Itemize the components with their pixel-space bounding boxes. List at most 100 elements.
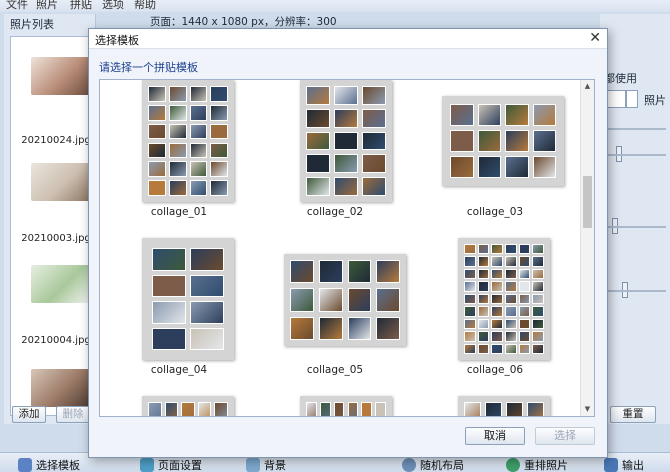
template-photo-cell bbox=[532, 318, 544, 330]
template-photo-cell bbox=[505, 244, 517, 255]
slider-track[interactable] bbox=[606, 128, 666, 130]
page-settings-label: 页面设置 bbox=[158, 458, 202, 472]
template-photo-cell bbox=[505, 130, 529, 152]
template-photo-cell bbox=[290, 260, 314, 284]
template-photo-cell bbox=[477, 281, 490, 292]
slider-track[interactable] bbox=[606, 290, 666, 292]
page-settings-button[interactable]: 页面设置 bbox=[140, 456, 202, 472]
template-photo-cell bbox=[148, 402, 162, 416]
template-photo-cell bbox=[168, 86, 187, 102]
template-photo-cell bbox=[210, 123, 228, 140]
template-photo-cell bbox=[518, 281, 531, 292]
template-photo-cell bbox=[210, 142, 228, 159]
template-photo-cell bbox=[477, 156, 501, 178]
template-photo-cell bbox=[148, 104, 166, 121]
scroll-up-icon[interactable]: ▲ bbox=[581, 80, 594, 93]
add-photo-button[interactable]: 添加 bbox=[12, 406, 46, 423]
template-name: collage_02 bbox=[306, 206, 364, 218]
template-photo-cell bbox=[464, 318, 476, 330]
template-photo-cell bbox=[527, 402, 544, 416]
menu-help[interactable]: 帮助 bbox=[134, 0, 156, 12]
reset-button[interactable]: 重置 bbox=[610, 406, 656, 423]
template-name: collage_01 bbox=[150, 206, 208, 218]
template-photo-cell bbox=[189, 104, 208, 121]
template-photo-cell bbox=[318, 260, 343, 284]
scroll-down-icon[interactable]: ▼ bbox=[581, 403, 594, 416]
photo-unit-label: 照片 bbox=[644, 94, 666, 107]
template-photo-cell bbox=[477, 306, 490, 317]
menu-photo[interactable]: 照片 bbox=[36, 0, 58, 12]
slider-track[interactable] bbox=[606, 154, 666, 156]
close-icon[interactable]: ✕ bbox=[589, 30, 601, 46]
template-photo-cell bbox=[334, 86, 358, 105]
template-photo-cell bbox=[506, 402, 523, 416]
template-photo-cell bbox=[532, 256, 544, 267]
photo-filename: 20210024.jpg bbox=[21, 135, 91, 146]
template-photo-cell bbox=[306, 86, 330, 105]
menu-collage[interactable]: 拼贴 bbox=[70, 0, 92, 12]
template-photo-cell bbox=[361, 402, 373, 416]
photo-count-field[interactable] bbox=[606, 90, 626, 108]
template-photo-cell bbox=[306, 402, 317, 416]
template-photo-cell bbox=[290, 288, 314, 312]
template-photo-cell bbox=[518, 318, 531, 330]
template-photo-cell bbox=[190, 274, 224, 297]
output-button[interactable]: 输出 bbox=[604, 456, 644, 472]
template-photo-cell bbox=[318, 288, 343, 312]
template-photo-cell bbox=[190, 248, 224, 271]
template-photo-cell bbox=[477, 331, 490, 342]
scrollbar-thumb[interactable] bbox=[583, 176, 592, 228]
template-photo-cell bbox=[518, 293, 531, 305]
photo-list[interactable]: 20210024.jpg 20210003.jpg 20210004.jpg bbox=[10, 36, 100, 416]
template-photo-cell bbox=[491, 331, 503, 342]
template-thumbnail bbox=[300, 396, 392, 416]
template-photo-cell bbox=[505, 268, 517, 280]
template-photo-cell bbox=[290, 316, 314, 340]
template-photo-cell bbox=[477, 104, 501, 126]
template-photo-cell bbox=[505, 331, 517, 342]
template-photo-cell bbox=[376, 288, 400, 312]
template-photo-cell bbox=[362, 108, 386, 128]
template-photo-cell bbox=[477, 256, 490, 267]
output-label: 输出 bbox=[622, 458, 644, 472]
template-photo-cell bbox=[518, 268, 531, 280]
select-template-button[interactable]: 选择模板 bbox=[18, 456, 80, 472]
template-photo-cell bbox=[347, 402, 359, 416]
random-layout-icon bbox=[402, 457, 416, 472]
output-icon bbox=[604, 457, 618, 472]
template-name: collage_03 bbox=[466, 206, 524, 218]
template-photo-cell bbox=[505, 306, 517, 317]
photo-thumbnail bbox=[31, 57, 91, 95]
template-photo-cell bbox=[477, 244, 490, 255]
template-photo-cell bbox=[306, 108, 330, 128]
menu-file[interactable]: 文件 bbox=[6, 0, 28, 12]
select-button[interactable]: 选择 bbox=[535, 427, 595, 445]
template-photo-cell bbox=[518, 244, 531, 255]
template-grid[interactable]: collage_01 collage_02 collage_03 collage… bbox=[99, 79, 595, 417]
template-photo-cell bbox=[505, 293, 517, 305]
cancel-button[interactable]: 取消 bbox=[465, 427, 525, 445]
random-layout-button[interactable]: 随机布局 bbox=[402, 456, 464, 472]
background-label: 背景 bbox=[264, 458, 286, 472]
menu-options[interactable]: 选项 bbox=[102, 0, 124, 12]
template-photo-cell bbox=[189, 142, 208, 159]
template-photo-cell bbox=[334, 108, 358, 128]
delete-photo-button[interactable]: 删除 bbox=[56, 406, 90, 423]
template-photo-cell bbox=[347, 260, 372, 284]
template-photo-cell bbox=[333, 402, 345, 416]
template-grid-scrollbar[interactable]: ▲ ▼ bbox=[580, 80, 594, 416]
template-photo-cell bbox=[181, 402, 195, 416]
template-photo-cell bbox=[148, 86, 166, 102]
template-photo-cell bbox=[210, 180, 228, 196]
slider-track[interactable] bbox=[606, 226, 666, 228]
template-thumbnail bbox=[442, 96, 564, 186]
page-settings-icon bbox=[140, 457, 154, 472]
rearrange-photos-button[interactable]: 重排照片 bbox=[506, 456, 568, 472]
photo-count-stepper[interactable] bbox=[626, 90, 638, 108]
template-photo-cell bbox=[168, 104, 187, 121]
template-photo-cell bbox=[491, 343, 503, 354]
background-button[interactable]: 背景 bbox=[246, 456, 286, 472]
template-photo-cell bbox=[464, 256, 476, 267]
template-photo-cell bbox=[505, 104, 529, 126]
template-photo-cell bbox=[477, 343, 490, 354]
